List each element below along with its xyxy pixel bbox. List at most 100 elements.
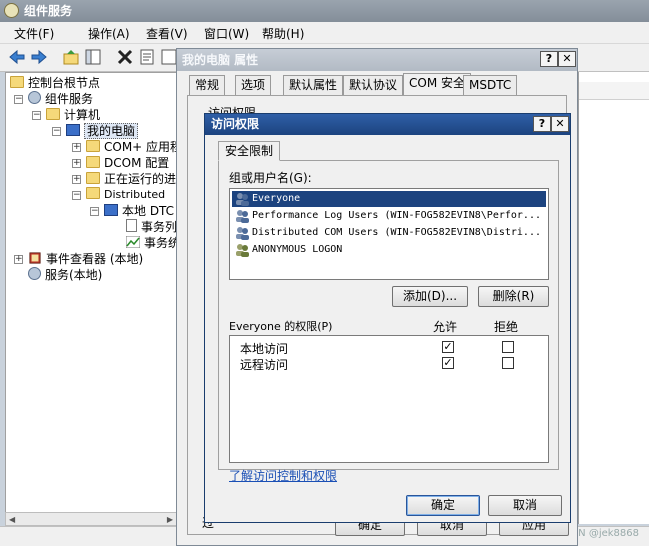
scroll-right-icon[interactable]: ▶ (167, 515, 173, 524)
cancel-button[interactable]: 取消 (488, 495, 562, 516)
permissions-list: 本地访问 ✓ 远程访问 ✓ (229, 335, 549, 463)
deny-column-header: 拒绝 (494, 320, 519, 334)
forward-arrow-icon[interactable] (30, 48, 48, 66)
menu-view[interactable]: 查看(V) (146, 25, 188, 42)
expand-icon[interactable]: + (72, 143, 81, 152)
tab-msdtc[interactable]: MSDTC (463, 75, 518, 95)
access-dialog-title: 访问权限 (205, 114, 570, 135)
up-folder-icon[interactable] (62, 48, 80, 66)
dialog-title-text: 访问权限 (211, 117, 260, 131)
user-group-icon (236, 193, 249, 206)
tab-com-security[interactable]: COM 安全 (403, 73, 471, 95)
tree-item-event-viewer[interactable]: 事件查看器 (本地) (28, 251, 143, 267)
user-row-performance-log-users[interactable]: Performance Log Users (WIN-FOG582EVIN8\P… (232, 208, 541, 224)
collapse-icon[interactable]: − (32, 111, 41, 120)
document-icon (126, 219, 137, 232)
tree-item-transaction-list[interactable]: 事务列 (126, 219, 177, 235)
menu-bar: 文件(F) 操作(A) 查看(V) 窗口(W) 帮助(H) (0, 22, 649, 44)
expand-icon[interactable]: + (72, 159, 81, 168)
collapse-icon[interactable]: − (52, 127, 61, 136)
expand-icon[interactable]: + (72, 175, 81, 184)
delete-icon[interactable] (116, 48, 134, 66)
computer-icon (66, 124, 80, 136)
tree-horizontal-scrollbar[interactable]: ◀ ▶ (5, 512, 177, 526)
add-button[interactable]: 添加(D)... (392, 286, 468, 307)
users-listbox[interactable]: Everyone Performance Log Users (WIN-FOG5… (229, 188, 549, 280)
tree-item-distributed-tc[interactable]: Distributed (86, 187, 165, 203)
tree-item-transaction-stats[interactable]: 事务统 (126, 235, 180, 251)
tab-security-limits[interactable]: 安全限制 (218, 141, 281, 161)
collapse-icon[interactable]: − (90, 207, 99, 216)
permission-remote-access: 远程访问 (240, 358, 289, 372)
tree-item-label: Distributed (104, 188, 166, 201)
tree-item-label: 正在运行的进 (104, 172, 177, 186)
tree-item-my-computer[interactable]: 我的电脑 (66, 123, 139, 139)
user-row-distributed-com-users[interactable]: Distributed COM Users (WIN-FOG582EVIN8\D… (232, 225, 541, 241)
menu-action[interactable]: 操作(A) (88, 25, 130, 42)
remote-access-deny-checkbox[interactable] (502, 357, 514, 369)
tree-item-computers[interactable]: 计算机 (46, 107, 100, 123)
tree-item-label: 事务列 (141, 220, 178, 234)
tab-default-protocols[interactable]: 默认协议 (343, 75, 404, 95)
user-name: Everyone (252, 193, 301, 204)
tab-options[interactable]: 选项 (235, 75, 272, 95)
folder-icon (10, 76, 24, 88)
permission-local-access: 本地访问 (240, 342, 289, 356)
scroll-left-icon[interactable]: ◀ (9, 515, 15, 524)
local-access-allow-checkbox[interactable]: ✓ (442, 341, 454, 353)
tree-item-local-dtc[interactable]: 本地 DTC (104, 203, 174, 219)
back-arrow-icon[interactable] (8, 48, 26, 66)
tree-item-console-root[interactable]: 控制台根节点 (10, 75, 100, 91)
folder-icon (86, 156, 100, 168)
folder-icon (86, 140, 100, 152)
folder-icon (86, 187, 100, 199)
tree-item-label: 组件服务 (45, 92, 94, 106)
tree-item-label: 本地 DTC (122, 204, 175, 218)
remove-button[interactable]: 删除(R) (478, 286, 549, 307)
collapse-icon[interactable]: − (14, 95, 23, 104)
tab-general[interactable]: 常规 (189, 75, 226, 95)
user-group-icon (236, 227, 249, 240)
allow-column-header: 允许 (433, 320, 458, 334)
tree-item-label: 控制台根节点 (28, 76, 101, 90)
tree-item-running-processes[interactable]: 正在运行的进 (86, 171, 176, 187)
user-group-icon (236, 244, 249, 257)
user-group-icon (236, 210, 249, 223)
expand-icon[interactable]: + (14, 255, 23, 264)
tree-item-label: 事件查看器 (本地) (46, 252, 144, 266)
help-button[interactable]: ? (540, 51, 558, 67)
properties-icon[interactable] (138, 48, 156, 66)
folder-icon (46, 108, 60, 120)
user-row-anonymous-logon[interactable]: ANONYMOUS LOGON (232, 242, 342, 258)
menu-window[interactable]: 窗口(W) (204, 25, 249, 42)
help-button[interactable]: ? (533, 116, 551, 132)
group-users-label: 组或用户名(G): (229, 171, 312, 185)
tree-item-dcom-config[interactable]: DCOM 配置 (86, 155, 169, 171)
collapse-icon[interactable]: − (72, 191, 81, 200)
permissions-label: Everyone 的权限(P) (229, 320, 333, 333)
show-hide-tree-icon[interactable] (84, 48, 102, 66)
tree-item-label: 事务统 (144, 236, 181, 250)
user-row-everyone[interactable]: Everyone (232, 191, 546, 207)
local-access-deny-checkbox[interactable] (502, 341, 514, 353)
ok-button[interactable]: 确定 (406, 495, 480, 516)
user-name: ANONYMOUS LOGON (252, 244, 343, 255)
learn-access-control-link[interactable]: 了解访问控制和权限 (229, 467, 337, 484)
close-button[interactable]: ✕ (558, 51, 576, 67)
tree-item-component-services[interactable]: 组件服务 (28, 91, 93, 107)
remote-access-allow-checkbox[interactable]: ✓ (442, 357, 454, 369)
menu-file[interactable]: 文件(F) (14, 25, 54, 42)
tree-item-services[interactable]: 服务(本地) (28, 267, 102, 283)
chart-icon (126, 236, 140, 248)
gear-icon (28, 267, 41, 280)
security-panel: 组或用户名(G): Everyone Performance Log Users… (218, 160, 559, 470)
folder-icon (86, 172, 100, 184)
tab-default-properties[interactable]: 默认属性 (283, 75, 344, 95)
menu-help[interactable]: 帮助(H) (262, 25, 304, 42)
computer-icon (104, 204, 118, 216)
window-title-text: 组件服务 (24, 4, 73, 18)
close-button[interactable]: ✕ (551, 116, 569, 132)
results-pane (578, 72, 649, 524)
properties-dialog-title: 我的电脑 属性 (177, 49, 577, 71)
user-name: Distributed COM Users (WIN-FOG582EVIN8\D… (252, 227, 541, 238)
